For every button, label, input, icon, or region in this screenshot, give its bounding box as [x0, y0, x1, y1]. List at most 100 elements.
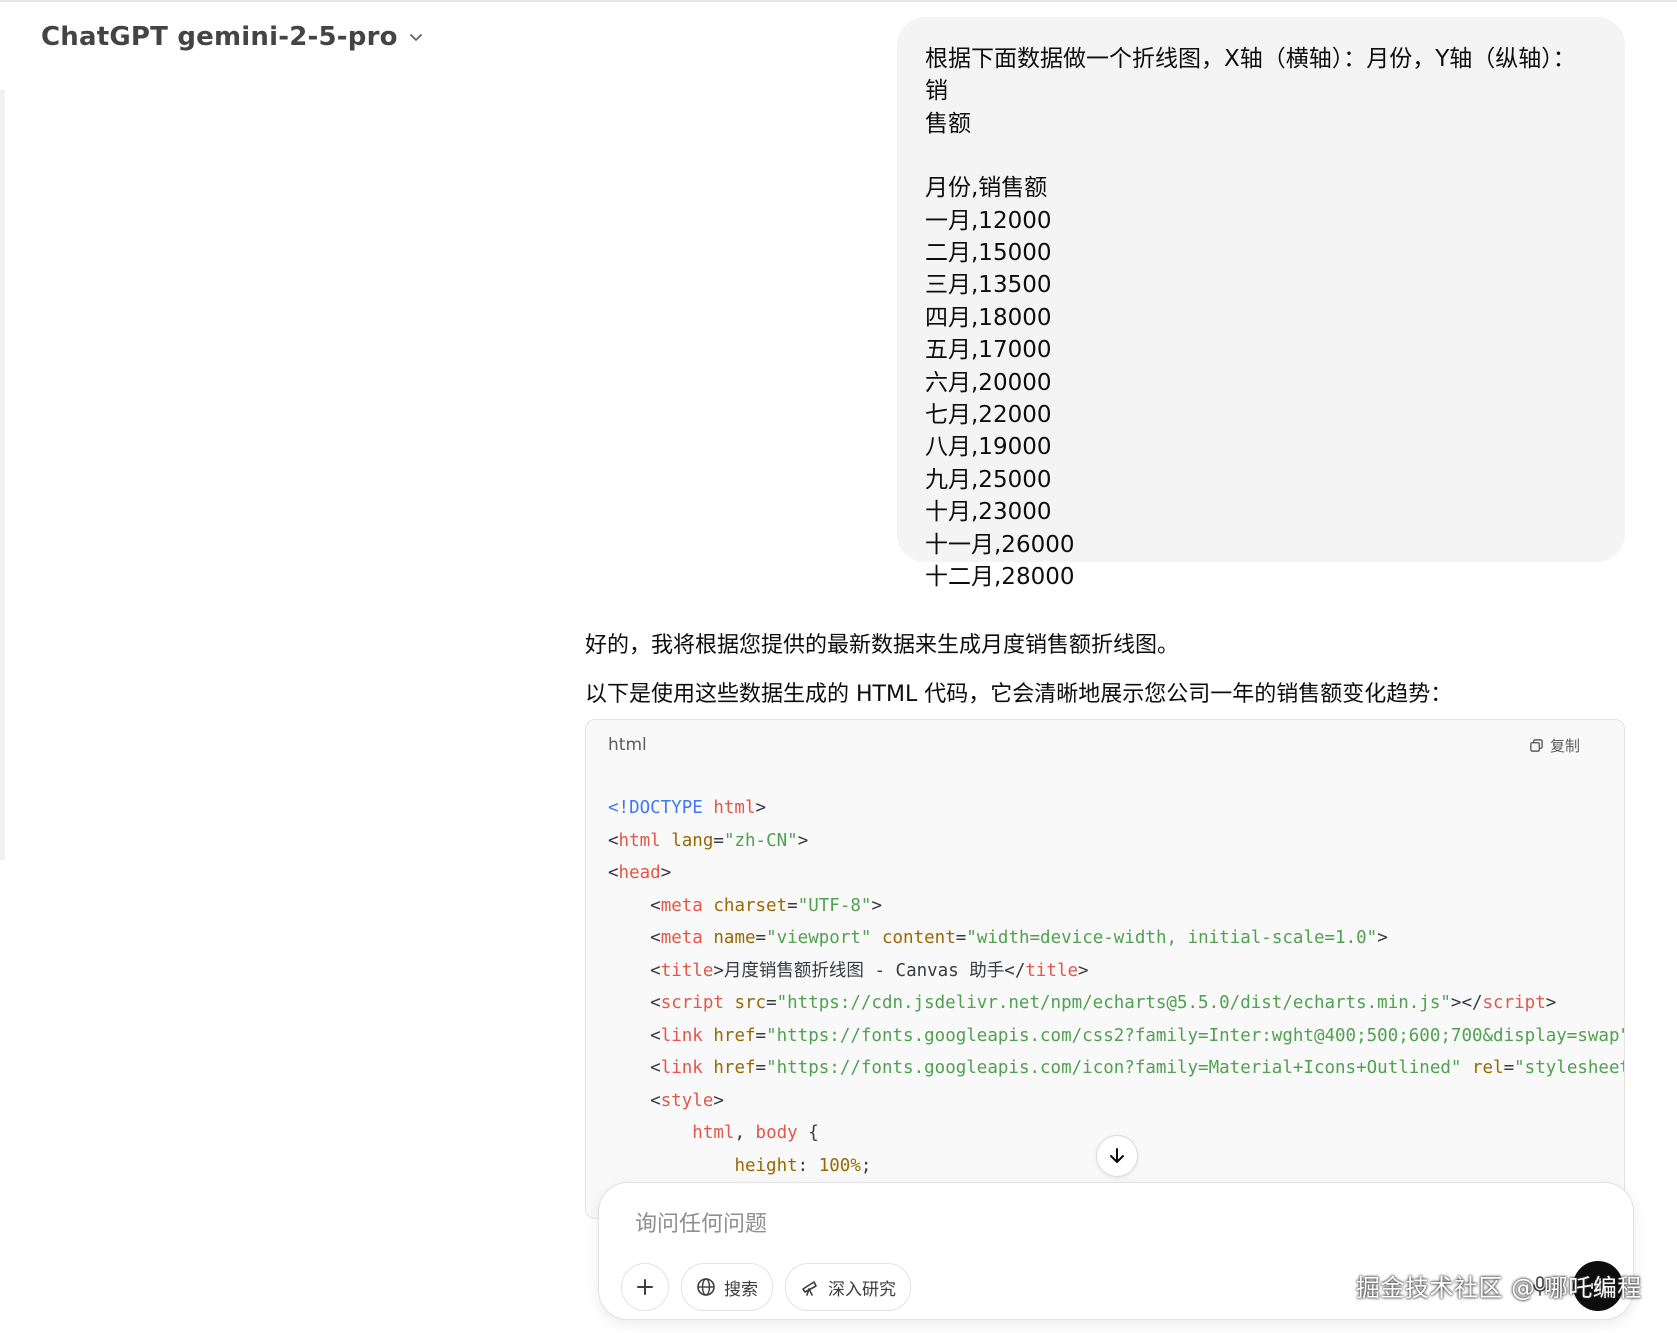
code-token: charset	[713, 895, 788, 916]
code-token: "stylesheet"	[1514, 1058, 1624, 1078]
message-line: 四月,18000	[925, 304, 1052, 331]
telescope-icon	[802, 1281, 817, 1296]
prompt-input[interactable]	[633, 1205, 1537, 1243]
code-token: "https://cdn.jsdelivr.net/npm/echarts@5.…	[776, 993, 1451, 1013]
code-token: =	[1503, 1058, 1515, 1078]
code-token: 100%	[818, 1155, 861, 1176]
copy-label: 复制	[1549, 736, 1580, 755]
sidebar-rail	[0, 90, 5, 860]
copy-icon	[1530, 738, 1543, 752]
code-token: =	[755, 1025, 767, 1046]
code-token: ,	[734, 1123, 756, 1143]
deep-research-label: 深入研究	[828, 1279, 896, 1300]
code-token: 月度销售额折线图 - Canvas 助手	[723, 960, 1005, 981]
code-token: >	[755, 798, 767, 818]
code-token: link	[660, 1058, 714, 1078]
message-line: 九月,25000	[925, 466, 1052, 493]
code-token: content	[881, 928, 956, 948]
scroll-to-bottom-button[interactable]	[1096, 1135, 1138, 1177]
code-line: <style>	[608, 1085, 1624, 1118]
message-line: 五月,17000	[925, 337, 1052, 364]
code-token: style	[660, 1090, 714, 1111]
code-token: link	[660, 1025, 714, 1046]
code-token: height	[734, 1155, 798, 1176]
code-token: "viewport"	[766, 928, 882, 948]
code-token: =	[955, 928, 967, 948]
code-line: <script src="https://cdn.jsdelivr.net/np…	[608, 987, 1624, 1020]
copy-code-button[interactable]: 复制	[1529, 735, 1580, 756]
code-token: rel	[1471, 1058, 1504, 1078]
code-token: >	[1078, 960, 1089, 981]
code-token: title	[1025, 960, 1079, 981]
code-token: title	[660, 960, 714, 981]
assistant-text-explanation: 以下是使用这些数据生成的 HTML 代码，它会清晰地展示您公司一年的销售额变化趋…	[585, 682, 1453, 707]
globe-icon	[697, 1278, 715, 1296]
search-button[interactable]: 搜索	[681, 1263, 773, 1311]
page-title: ChatGPT gemini-2-5-pro	[41, 22, 398, 52]
code-token: <	[608, 1058, 661, 1078]
message-line: 二月,15000	[925, 240, 1052, 267]
assistant-text-intro: 好的，我将根据您提供的最新数据来生成月度销售额折线图。	[585, 633, 1180, 658]
code-token: meta	[660, 895, 714, 916]
code-token: "zh-CN"	[723, 830, 798, 851]
code-token: src	[734, 993, 767, 1013]
code-token: >	[797, 830, 809, 851]
arrow-down-icon	[1110, 1148, 1124, 1163]
chevron-down-icon	[409, 34, 422, 41]
search-button-label: 搜索	[724, 1279, 758, 1300]
code-token: :	[797, 1155, 819, 1176]
code-line: <link href="https://fonts.googleapis.com…	[608, 1020, 1624, 1053]
message-line: 十月,23000	[925, 499, 1052, 526]
code-token: >	[1545, 993, 1557, 1013]
composer-toolbar: 搜索 深入研究	[621, 1263, 911, 1311]
watermark: 掘金技术社区 @ 哪吒编程	[1356, 1274, 1642, 1302]
message-line: 三月,13500	[925, 272, 1052, 299]
code-token: >	[660, 863, 672, 883]
code-token: body	[755, 1123, 798, 1143]
code-token: href	[713, 1025, 756, 1046]
code-line: <html lang="zh-CN">	[608, 825, 1624, 858]
code-token: ></	[1450, 993, 1483, 1013]
message-line: 八月,19000	[925, 434, 1052, 461]
plus-icon	[637, 1279, 653, 1295]
code-token: >	[871, 895, 882, 916]
code-token: =	[755, 928, 767, 948]
code-token: <	[608, 1090, 661, 1111]
code-token: <	[608, 895, 661, 916]
code-token: </	[1004, 960, 1026, 981]
deep-research-button[interactable]: 深入研究	[785, 1263, 911, 1311]
message-line: 一月,12000	[925, 207, 1052, 234]
code-token: href	[713, 1058, 756, 1078]
code-token: =	[787, 895, 798, 916]
code-token: "https://fonts.googleapis.com/icon?famil…	[766, 1058, 1472, 1078]
code-token: <	[608, 993, 661, 1013]
message-line: 十二月,28000	[925, 564, 1075, 591]
message-line: 六月,20000	[925, 369, 1052, 396]
code-token: "UTF-8"	[797, 895, 872, 916]
message-line: 根据下面数据做一个折线图，X轴（横轴）：月份，Y轴（纵轴）：销	[925, 46, 1576, 105]
code-content: <!DOCTYPE html> <html lang="zh-CN"> <head>…	[586, 770, 1624, 1182]
code-token: >	[713, 1090, 724, 1111]
code-token: <	[608, 928, 661, 948]
code-token: name	[713, 928, 756, 948]
code-line: <meta charset="UTF-8">	[608, 890, 1624, 923]
code-token: html	[713, 798, 756, 818]
code-token: <	[608, 960, 661, 981]
add-attachment-button[interactable]	[621, 1263, 669, 1311]
code-token: =	[766, 993, 777, 1013]
code-token: lang	[671, 830, 714, 851]
code-line: <head>	[608, 857, 1624, 890]
user-message-bubble: 根据下面数据做一个折线图，X轴（横轴）：月份，Y轴（纵轴）：销 售额 月份,销售额一…	[897, 17, 1625, 590]
code-token: html	[618, 830, 672, 851]
code-token: meta	[660, 928, 714, 948]
top-border	[0, 0, 1677, 2]
code-token: "width=device-width, initial-scale=1.0"	[966, 928, 1378, 948]
code-token: >	[713, 960, 724, 981]
code-token: html	[692, 1123, 735, 1143]
code-token: {	[797, 1123, 819, 1143]
model-selector[interactable]: ChatGPT gemini-2-5-pro	[41, 22, 424, 52]
code-line: <link href = "https://fonts.googleapis.com…	[608, 1052, 1624, 1085]
code-token: =	[713, 830, 724, 851]
code-token: script	[660, 993, 735, 1013]
